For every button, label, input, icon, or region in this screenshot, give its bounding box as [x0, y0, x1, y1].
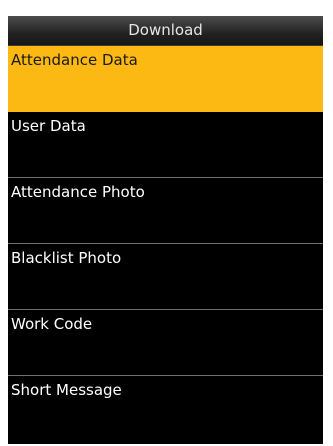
menu-item-label: Work Code: [11, 315, 93, 333]
menu-item-work-code[interactable]: Work Code: [8, 310, 323, 376]
menu-item-attendance-photo[interactable]: Attendance Photo: [8, 178, 323, 244]
menu-item-blacklist-photo[interactable]: Blacklist Photo: [8, 244, 323, 310]
menu-item-attendance-data[interactable]: Attendance Data: [8, 46, 323, 112]
menu-item-user-data[interactable]: User Data: [8, 112, 323, 178]
download-menu: Attendance Data User Data Attendance Pho…: [8, 46, 323, 442]
menu-item-short-message[interactable]: Short Message: [8, 376, 323, 442]
menu-item-label: Short Message: [11, 381, 122, 399]
page-title: Download: [8, 16, 323, 46]
menu-item-label: Attendance Data: [11, 51, 138, 69]
device-screen: Download Attendance Data User Data Atten…: [8, 16, 323, 444]
menu-item-label: Blacklist Photo: [11, 249, 122, 267]
menu-item-label: User Data: [11, 117, 86, 135]
menu-item-label: Attendance Photo: [11, 183, 145, 201]
